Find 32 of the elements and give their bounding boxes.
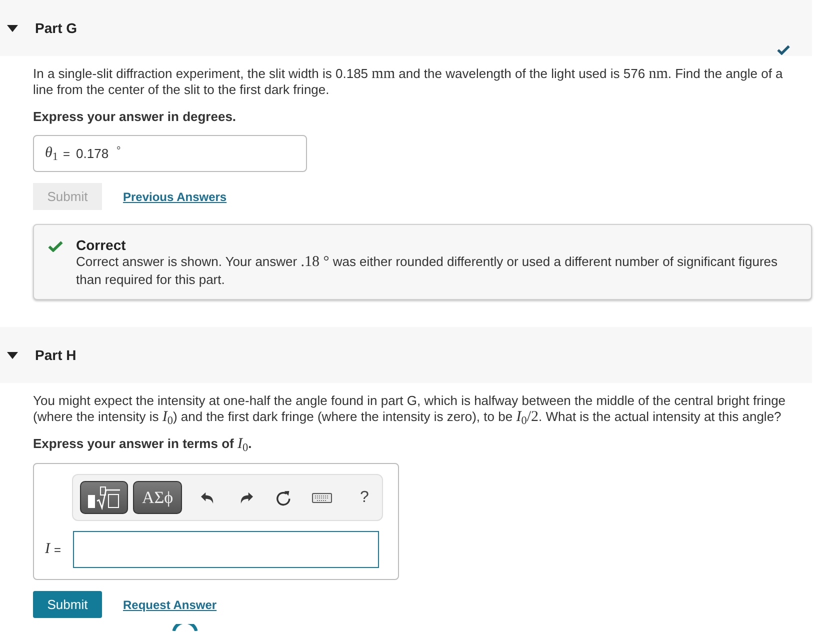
- keyboard-icon: [312, 492, 332, 502]
- caret-icon[interactable]: [7, 24, 18, 32]
- feedback-message: Correct answer is shown. Your answer .18 ° was either rounded differently or used a different number of significant figures than required for this part.: [76, 253, 778, 288]
- part-title: Part G: [35, 18, 78, 38]
- symbols-button[interactable]: ΑΣϕ: [133, 481, 182, 514]
- feedback-title: Correct: [76, 237, 127, 253]
- circular-arrow-icon: [276, 490, 291, 506]
- root-template-icon: [87, 486, 121, 510]
- instruction-text: Express your answer in terms of I$_{0}$.: [33, 436, 253, 452]
- help-button[interactable]: ?: [356, 490, 373, 506]
- answer-link[interactable]: Request Answer: [123, 596, 217, 614]
- answer-value: 0.178: [76, 144, 109, 163]
- answer-link[interactable]: Previous Answers: [123, 188, 227, 206]
- undo-icon: [201, 492, 214, 504]
- question-text: In a single-slit diffraction experiment, the slit width is 0.185 mm and the wavelength of the light used is 576 nm. Find the angle of a line from the center of the slit to the first dark fringe.: [33, 66, 784, 98]
- instruction-text: Express your answer in degrees.: [33, 109, 238, 125]
- ring-icon: [172, 624, 198, 631]
- redo-icon: [240, 492, 253, 504]
- answer-input[interactable]: [73, 531, 379, 568]
- equals-sign: =: [54, 542, 62, 558]
- caret-icon[interactable]: [7, 352, 18, 358]
- submit-button[interactable]: Submit: [33, 591, 102, 618]
- variable-label: I: [45, 540, 50, 560]
- variable-label: θ$_{1}$: [45, 144, 58, 165]
- equals-sign: =: [63, 146, 70, 162]
- templates-button[interactable]: [80, 481, 128, 514]
- part-title: Part H: [35, 346, 76, 364]
- unit-label: °: [116, 144, 121, 158]
- answer-box[interactable]: θ$_{1}$ = 0.178 °: [33, 135, 307, 172]
- part-header[interactable]: Part G: [0, 0, 812, 56]
- question-text: You might expect the intensity at one-half the angle found in part G, which is halfway between the middle of the central bright fringe (where the intensity is I$_{0}$) and the first dark fringe (where the intensity is zero), to be I$_{0}$/2. What is the actual intensity at this angle?: [33, 393, 787, 425]
- part-header[interactable]: Part H: [0, 327, 812, 383]
